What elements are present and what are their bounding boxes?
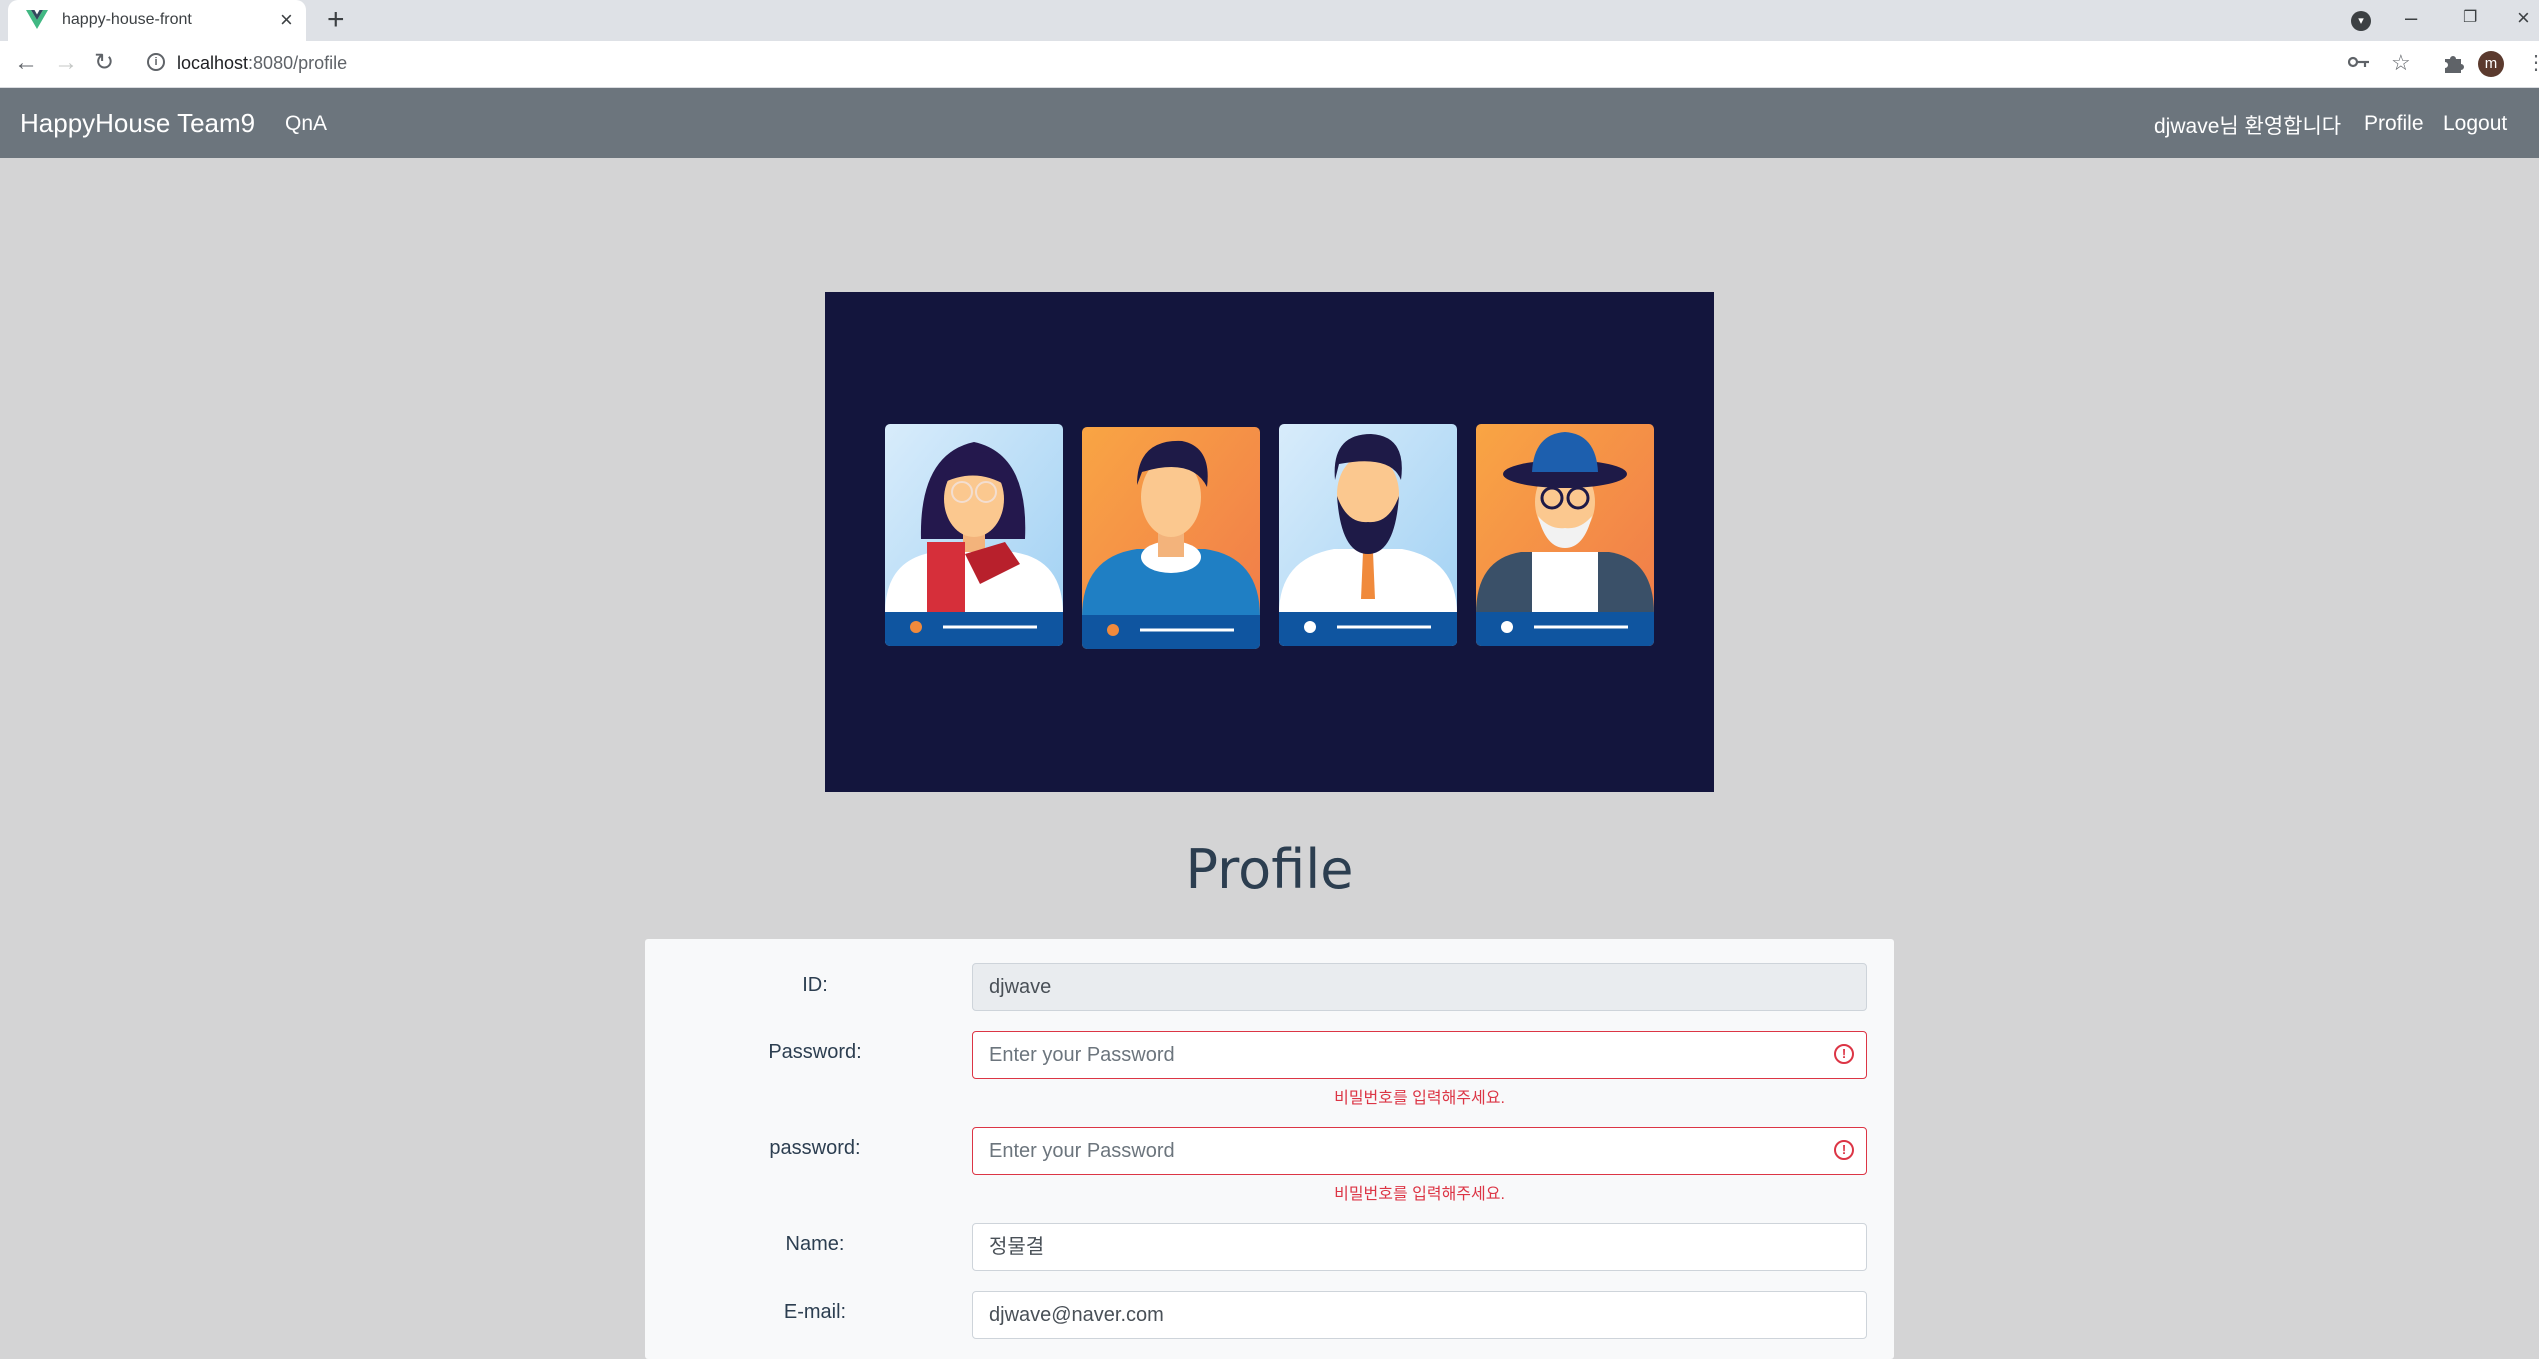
browser-profile-avatar[interactable]: m (2478, 51, 2504, 77)
password-input[interactable]: Enter your Password ! (972, 1031, 1867, 1079)
name-label: Name: (785, 1233, 845, 1255)
profile-form: ID: djwave Password: Enter your Password… (645, 939, 1894, 1359)
password-label: Password: (768, 1041, 862, 1063)
tab-title: happy-house-front (62, 11, 192, 28)
extensions-puzzle-icon[interactable] (2442, 53, 2464, 75)
restore-icon[interactable]: ❐ (2463, 4, 2477, 32)
avatar-card-man (1082, 427, 1260, 649)
window-close-icon[interactable]: × (2517, 4, 2530, 32)
name-input[interactable]: 정물결 (972, 1223, 1867, 1271)
new-tab-icon[interactable]: + (327, 4, 345, 36)
avatar-card-woman (885, 424, 1063, 646)
brand-link[interactable]: HappyHouse Team9 (20, 108, 255, 139)
back-icon[interactable]: ← (14, 49, 38, 77)
password-confirm-input[interactable]: Enter your Password ! (972, 1127, 1867, 1175)
avatar-card-bearded-man (1279, 424, 1457, 646)
site-info-icon[interactable]: i (147, 53, 165, 71)
password-confirm-placeholder: Enter your Password (989, 1140, 1175, 1162)
forward-icon[interactable]: → (54, 49, 78, 77)
password-placeholder: Enter your Password (989, 1044, 1175, 1066)
page-title: Profile (1185, 838, 1354, 901)
address-bar: ← → ↻ i localhost:8080/profile ☆ m ⋮ (0, 41, 2539, 88)
id-field[interactable]: djwave (972, 963, 1867, 1011)
password-confirm-error: 비밀번호를 입력해주세요. (1334, 1186, 1505, 1203)
reload-icon[interactable]: ↻ (94, 49, 114, 77)
welcome-text: djwave님 환영합니다 (2154, 115, 2342, 138)
nav-link-logout[interactable]: Logout (2443, 112, 2507, 136)
browser-menu-icon[interactable]: ⋮ (2526, 50, 2539, 76)
email-input[interactable]: djwave@naver.com (972, 1291, 1867, 1339)
tab-search-icon[interactable]: ▾ (2351, 11, 2371, 31)
browser-tab-bar: happy-house-front × + ▾ – ❐ × (0, 0, 2539, 41)
browser-tab[interactable]: happy-house-front × (8, 0, 306, 41)
vue-logo-icon (26, 10, 48, 29)
url-field[interactable]: localhost:8080/profile (177, 53, 347, 74)
app-navbar: HappyHouse Team9 QnA djwave님 환영합니다 Profi… (0, 88, 2539, 158)
nav-link-profile[interactable]: Profile (2364, 112, 2424, 136)
bookmark-star-icon[interactable]: ☆ (2391, 50, 2411, 76)
password-error: 비밀번호를 입력해주세요. (1334, 1090, 1505, 1107)
error-icon: ! (1834, 1140, 1854, 1160)
tab-close-icon[interactable]: × (280, 7, 293, 33)
minimize-icon[interactable]: – (2405, 4, 2417, 32)
password-confirm-label: password: (769, 1137, 861, 1159)
key-icon[interactable] (2348, 55, 2370, 69)
id-label: ID: (802, 974, 828, 996)
nav-link-qna[interactable]: QnA (285, 112, 327, 136)
email-label: E-mail: (783, 1301, 847, 1323)
profile-hero-image (825, 292, 1714, 792)
avatar-card-old-man (1476, 424, 1654, 646)
error-icon: ! (1834, 1044, 1854, 1064)
